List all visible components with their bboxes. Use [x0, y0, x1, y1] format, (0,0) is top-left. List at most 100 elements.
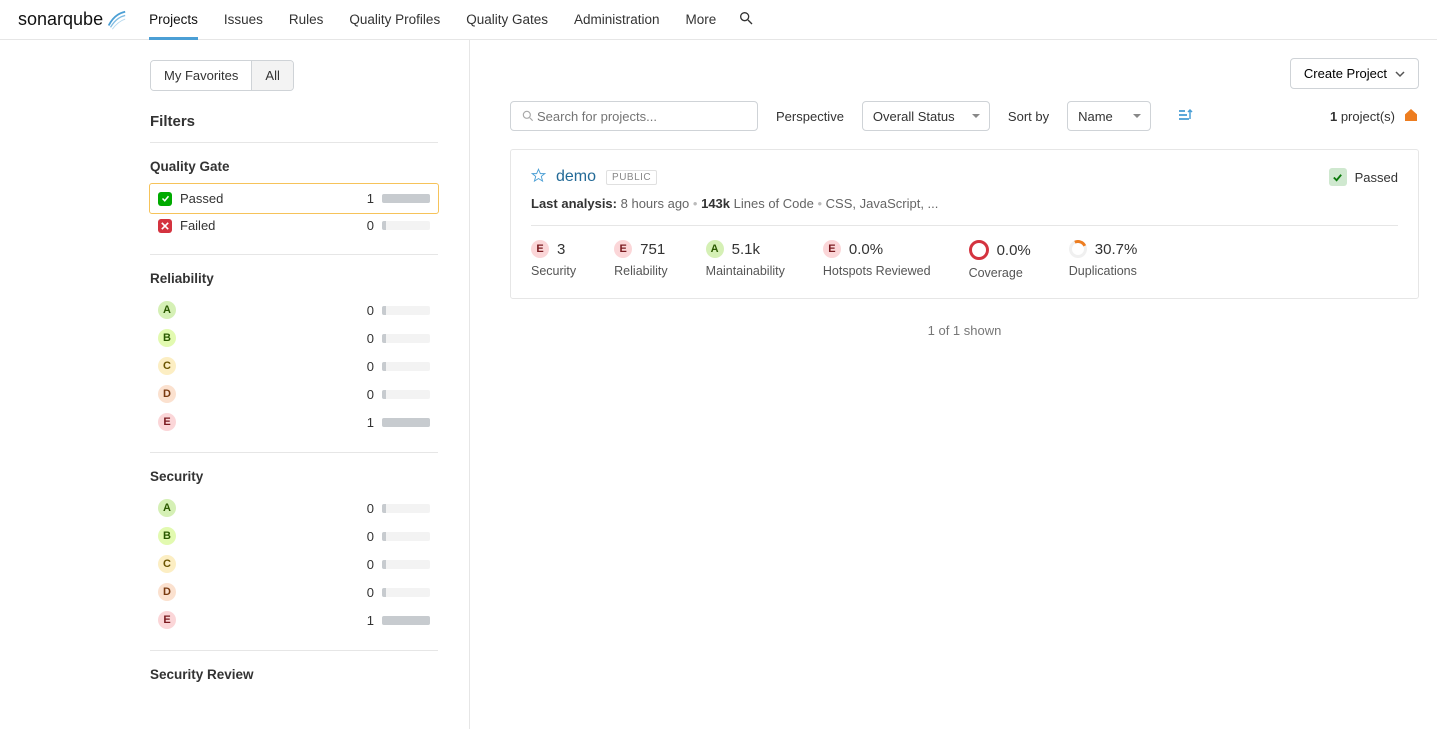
top-nav: sonarqube Projects Issues Rules Quality …: [0, 0, 1437, 40]
chevron-down-icon: [1395, 69, 1405, 79]
facet-title: Security Review: [150, 667, 438, 682]
main-content: Create Project Perspective Overall Statu…: [470, 40, 1437, 729]
facet-count: 0: [367, 557, 374, 572]
last-analysis-value: 8 hours ago: [621, 196, 690, 211]
create-project-button[interactable]: Create Project: [1290, 58, 1419, 89]
facet-row[interactable]: C0: [150, 352, 438, 380]
rating-b-icon: B: [158, 329, 176, 347]
nav-quality-gates[interactable]: Quality Gates: [466, 0, 548, 40]
nav-links: Projects Issues Rules Quality Profiles Q…: [149, 0, 716, 40]
sort-select[interactable]: Name: [1067, 101, 1151, 131]
facet-bar: [382, 306, 430, 315]
facet-title: Reliability: [150, 271, 438, 286]
duplications-ring-icon: [1069, 240, 1087, 258]
nav-projects[interactable]: Projects: [149, 0, 198, 40]
facet-count: 0: [367, 331, 374, 346]
home-icon: [1403, 107, 1419, 123]
brand-name: sonar: [18, 9, 63, 30]
metric-reliability[interactable]: E 751 Reliability: [614, 240, 668, 280]
brand-logo[interactable]: sonarqube: [18, 9, 127, 31]
nav-rules[interactable]: Rules: [289, 0, 324, 40]
facet-row[interactable]: D0: [150, 578, 438, 606]
favorite-toggle[interactable]: [531, 168, 546, 186]
facet-bar: [382, 390, 430, 399]
facet-count: 0: [367, 501, 374, 516]
facet-bar: [382, 418, 430, 427]
metric-maintainability[interactable]: A5.1kMaintainability: [706, 240, 785, 280]
facet-bar: [382, 194, 430, 203]
visibility-badge: PUBLIC: [606, 170, 657, 185]
tab-all[interactable]: All: [251, 61, 292, 90]
facet-count: 0: [367, 303, 374, 318]
facet-security: SecurityA0B0C0D0E1: [150, 452, 438, 650]
nav-more[interactable]: More: [686, 0, 717, 40]
rating-e-icon: E: [158, 413, 176, 431]
nav-administration[interactable]: Administration: [574, 0, 660, 40]
metric-value: 751: [640, 241, 665, 258]
nav-issues[interactable]: Issues: [224, 0, 263, 40]
metric-caption: Security: [531, 264, 576, 278]
facet-count: 0: [367, 359, 374, 374]
facet-row[interactable]: E1: [150, 606, 438, 634]
star-outline-icon: [531, 168, 546, 183]
facet-count: 0: [367, 387, 374, 402]
facet-count: 0: [367, 218, 374, 233]
facet-row[interactable]: Failed0: [150, 213, 438, 238]
facet-count: 1: [367, 613, 374, 628]
perspective-select[interactable]: Overall Status: [862, 101, 990, 131]
facet-row[interactable]: C0: [150, 550, 438, 578]
facet-row[interactable]: D0: [150, 380, 438, 408]
rating-a-icon: A: [158, 301, 176, 319]
sort-direction-button[interactable]: [1177, 107, 1193, 126]
rating-b-icon: B: [158, 527, 176, 545]
project-search[interactable]: [510, 101, 758, 131]
logo-waves-icon: [105, 9, 127, 31]
project-search-input[interactable]: [535, 108, 747, 125]
facet-row[interactable]: B0: [150, 522, 438, 550]
metric-security[interactable]: E3Security: [531, 240, 576, 280]
metric-value: 5.1k: [732, 241, 760, 258]
create-project-label: Create Project: [1304, 66, 1387, 81]
facet-count: 1: [367, 415, 374, 430]
facet-count: 0: [367, 585, 374, 600]
project-meta: Last analysis: 8 hours ago • 143k Lines …: [531, 196, 1398, 211]
project-count: 1 project(s): [1330, 107, 1419, 126]
project-card: demo PUBLIC Passed Last analysis: 8 hour…: [510, 149, 1419, 299]
facet-row[interactable]: A0: [150, 494, 438, 522]
tab-my-favorites[interactable]: My Favorites: [151, 61, 251, 90]
metric-coverage[interactable]: 0.0%Coverage: [969, 240, 1031, 280]
coverage-ring-icon: [969, 240, 989, 260]
metric-duplications[interactable]: 30.7% Duplications: [1069, 240, 1138, 280]
metric-hotspots-reviewed[interactable]: E0.0%Hotspots Reviewed: [823, 240, 931, 280]
facet-bar: [382, 616, 430, 625]
perspective-value: Overall Status: [873, 109, 955, 124]
facet-row[interactable]: E1: [150, 408, 438, 436]
metric-caption: Duplications: [1069, 264, 1138, 278]
facet-quality-gate: Quality GatePassed1Failed0: [150, 142, 438, 254]
metric-caption: Reliability: [614, 264, 668, 278]
home-button[interactable]: [1403, 107, 1419, 126]
facet-security-review: Security Review: [150, 650, 438, 708]
sort-asc-icon: [1177, 107, 1193, 123]
languages: CSS, JavaScript, ...: [826, 196, 939, 211]
metric-value: 30.7%: [1095, 241, 1138, 258]
facet-row[interactable]: A0: [150, 296, 438, 324]
sidebar-scroll[interactable]: My Favorites All Filters Quality GatePas…: [0, 40, 469, 729]
metric-caption: Maintainability: [706, 264, 785, 278]
facet-row[interactable]: Passed1: [149, 183, 439, 214]
nav-search-button[interactable]: [738, 10, 754, 29]
favorites-toggle: My Favorites All: [150, 60, 294, 91]
project-link[interactable]: demo: [556, 168, 596, 186]
rating-c-icon: C: [158, 357, 176, 375]
rating-e-icon: E: [614, 240, 632, 258]
facet-row[interactable]: B0: [150, 324, 438, 352]
facet-bar: [382, 334, 430, 343]
check-icon: [1329, 168, 1347, 186]
sidebar: My Favorites All Filters Quality GatePas…: [0, 40, 470, 729]
facet-bar: [382, 362, 430, 371]
metric-value: 3: [557, 241, 565, 258]
nav-quality-profiles[interactable]: Quality Profiles: [349, 0, 440, 40]
filters-title: Filters: [150, 113, 438, 130]
rating-e-icon: E: [158, 611, 176, 629]
search-icon: [521, 109, 535, 123]
